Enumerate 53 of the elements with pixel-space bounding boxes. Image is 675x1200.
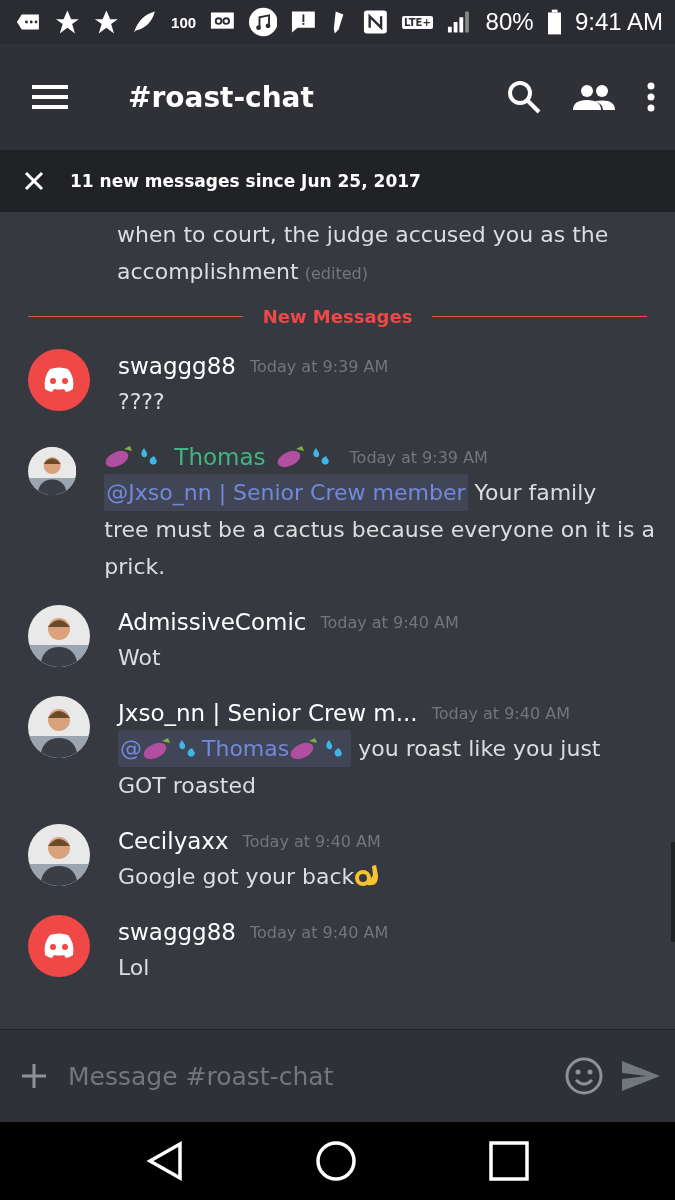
battery-percent: 80% <box>485 8 534 36</box>
author-name[interactable]: Thomas <box>174 444 266 470</box>
emoji-button[interactable] <box>565 1057 603 1095</box>
author-name[interactable]: AdmissiveComic <box>118 609 307 635</box>
message-text: you roast like you just <box>357 735 601 763</box>
clock: 9:41 AM <box>574 8 663 36</box>
menu-button[interactable] <box>32 84 68 110</box>
message-text: accomplishment <box>117 259 299 284</box>
message-text: tree must be a cactus because everyone on it is a <box>104 516 655 544</box>
new-messages-divider: New Messages <box>262 306 413 327</box>
author-name[interactable]: swaggg88 <box>118 919 236 945</box>
members-button[interactable] <box>573 84 615 110</box>
close-button[interactable] <box>24 171 44 191</box>
timestamp: Today at 9:40 AM <box>431 703 570 723</box>
notification-count: 100 <box>171 13 197 31</box>
home-button[interactable] <box>315 1140 358 1182</box>
music-note-icon <box>248 7 278 37</box>
author-name[interactable]: Cecilyaxx <box>118 828 229 854</box>
chat-bubble-icon <box>16 12 41 32</box>
message-text: Wot <box>118 644 161 672</box>
network-type: LTE+ <box>402 15 433 29</box>
message-text: when to court, the judge accused you as the <box>116 221 610 249</box>
timestamp: Today at 9:39 AM <box>349 447 488 467</box>
timestamp: Today at 9:40 AM <box>320 612 459 632</box>
message-text: GOT roasted <box>118 772 256 800</box>
message-text: Your family <box>473 479 597 507</box>
timestamp: Today at 9:40 AM <box>249 922 389 942</box>
timestamp: Today at 9:39 AM <box>249 356 389 376</box>
message-text: Lol <box>118 954 150 982</box>
recents-button[interactable] <box>489 1141 530 1181</box>
edited-label: (edited) <box>304 264 368 283</box>
message-text: ???? <box>118 388 165 416</box>
signal-icon <box>446 10 472 34</box>
nfc-icon <box>363 9 388 35</box>
search-button[interactable] <box>507 80 541 114</box>
send-button[interactable] <box>621 1060 661 1092</box>
author-name[interactable]: Jxso_nn | Senior Crew m... <box>118 700 418 726</box>
more-button[interactable] <box>647 82 655 112</box>
star-icon <box>93 9 119 35</box>
star-icon <box>54 9 80 35</box>
message-text: Google got your back <box>118 863 355 891</box>
author-name[interactable]: swaggg88 <box>118 353 236 379</box>
message-text: prick. <box>104 553 166 581</box>
feather-icon <box>132 9 158 35</box>
alert-message-icon <box>291 10 317 34</box>
add-button[interactable] <box>20 1062 48 1090</box>
avatar-logo-icon[interactable] <box>28 915 90 977</box>
battery-icon <box>547 9 561 35</box>
timestamp: Today at 9:40 AM <box>242 831 381 851</box>
back-button[interactable] <box>145 1141 184 1181</box>
new-messages-notice: 11 new messages since Jun 25, 2017 <box>70 171 421 191</box>
channel-title: #roast-chat <box>128 80 315 114</box>
avatar-logo-icon[interactable] <box>28 349 90 411</box>
